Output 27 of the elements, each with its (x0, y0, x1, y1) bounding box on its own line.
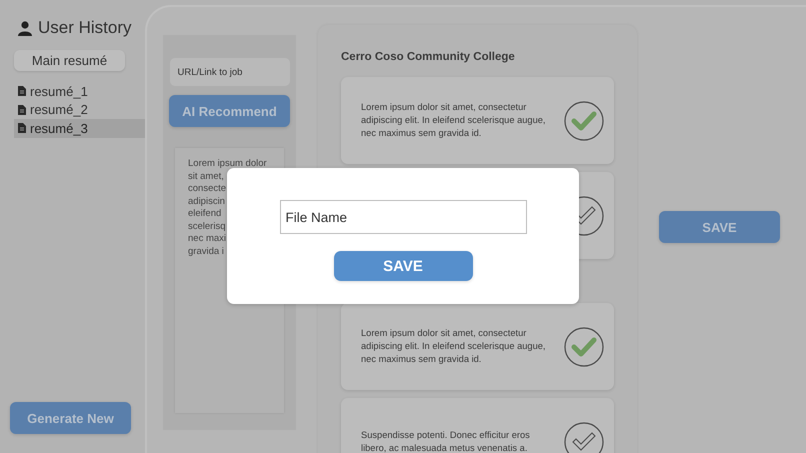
text-line: gravida i (188, 246, 225, 258)
resume-item[interactable]: resumé_2 (14, 100, 145, 119)
check-icon[interactable] (564, 422, 604, 453)
entry-text: Lorem ipsum dolor sit amet, consectetur adipiscing elit. In eleifend scelerisque augue, nec maximus sem gravida id. (361, 327, 547, 366)
text-line: Lorem ipsum dolor (188, 158, 268, 170)
text-line: nec maxi (188, 233, 228, 246)
check-icon[interactable] (564, 326, 604, 366)
entry-text: Lorem ipsum dolor sit amet, consectetur adipiscing elit. In eleifend scelerisque augue, nec maximus sem gravida id. (361, 101, 547, 140)
url-field[interactable]: URL/Link to job (170, 58, 290, 86)
text-line: scelerisq (188, 220, 226, 233)
check-icon[interactable] (564, 100, 604, 140)
text-line: sit amet, (188, 170, 225, 183)
user-icon (18, 20, 32, 36)
document-icon (18, 86, 26, 96)
entry-text: Suspendisse potenti. Donec efficitur eros libero, ac malesuada metus venenatis a. (361, 428, 531, 453)
main-resume-button[interactable]: Main resumé (14, 50, 125, 71)
file-name-field[interactable]: File Name (280, 200, 526, 234)
text-line: adipiscin (188, 196, 226, 208)
resume-item[interactable]: resumé_1 (14, 82, 145, 100)
resume-item[interactable]: resumé_3 (14, 119, 145, 138)
college-title: Cerro Coso Community College (341, 51, 516, 63)
sidebar-title: User History (38, 18, 132, 38)
dialog-save-button[interactable]: SAVE (334, 251, 472, 281)
text-line: consecte (188, 183, 228, 196)
document-icon (18, 104, 26, 115)
document-icon (18, 123, 26, 134)
text-line: eleifend (188, 208, 222, 220)
